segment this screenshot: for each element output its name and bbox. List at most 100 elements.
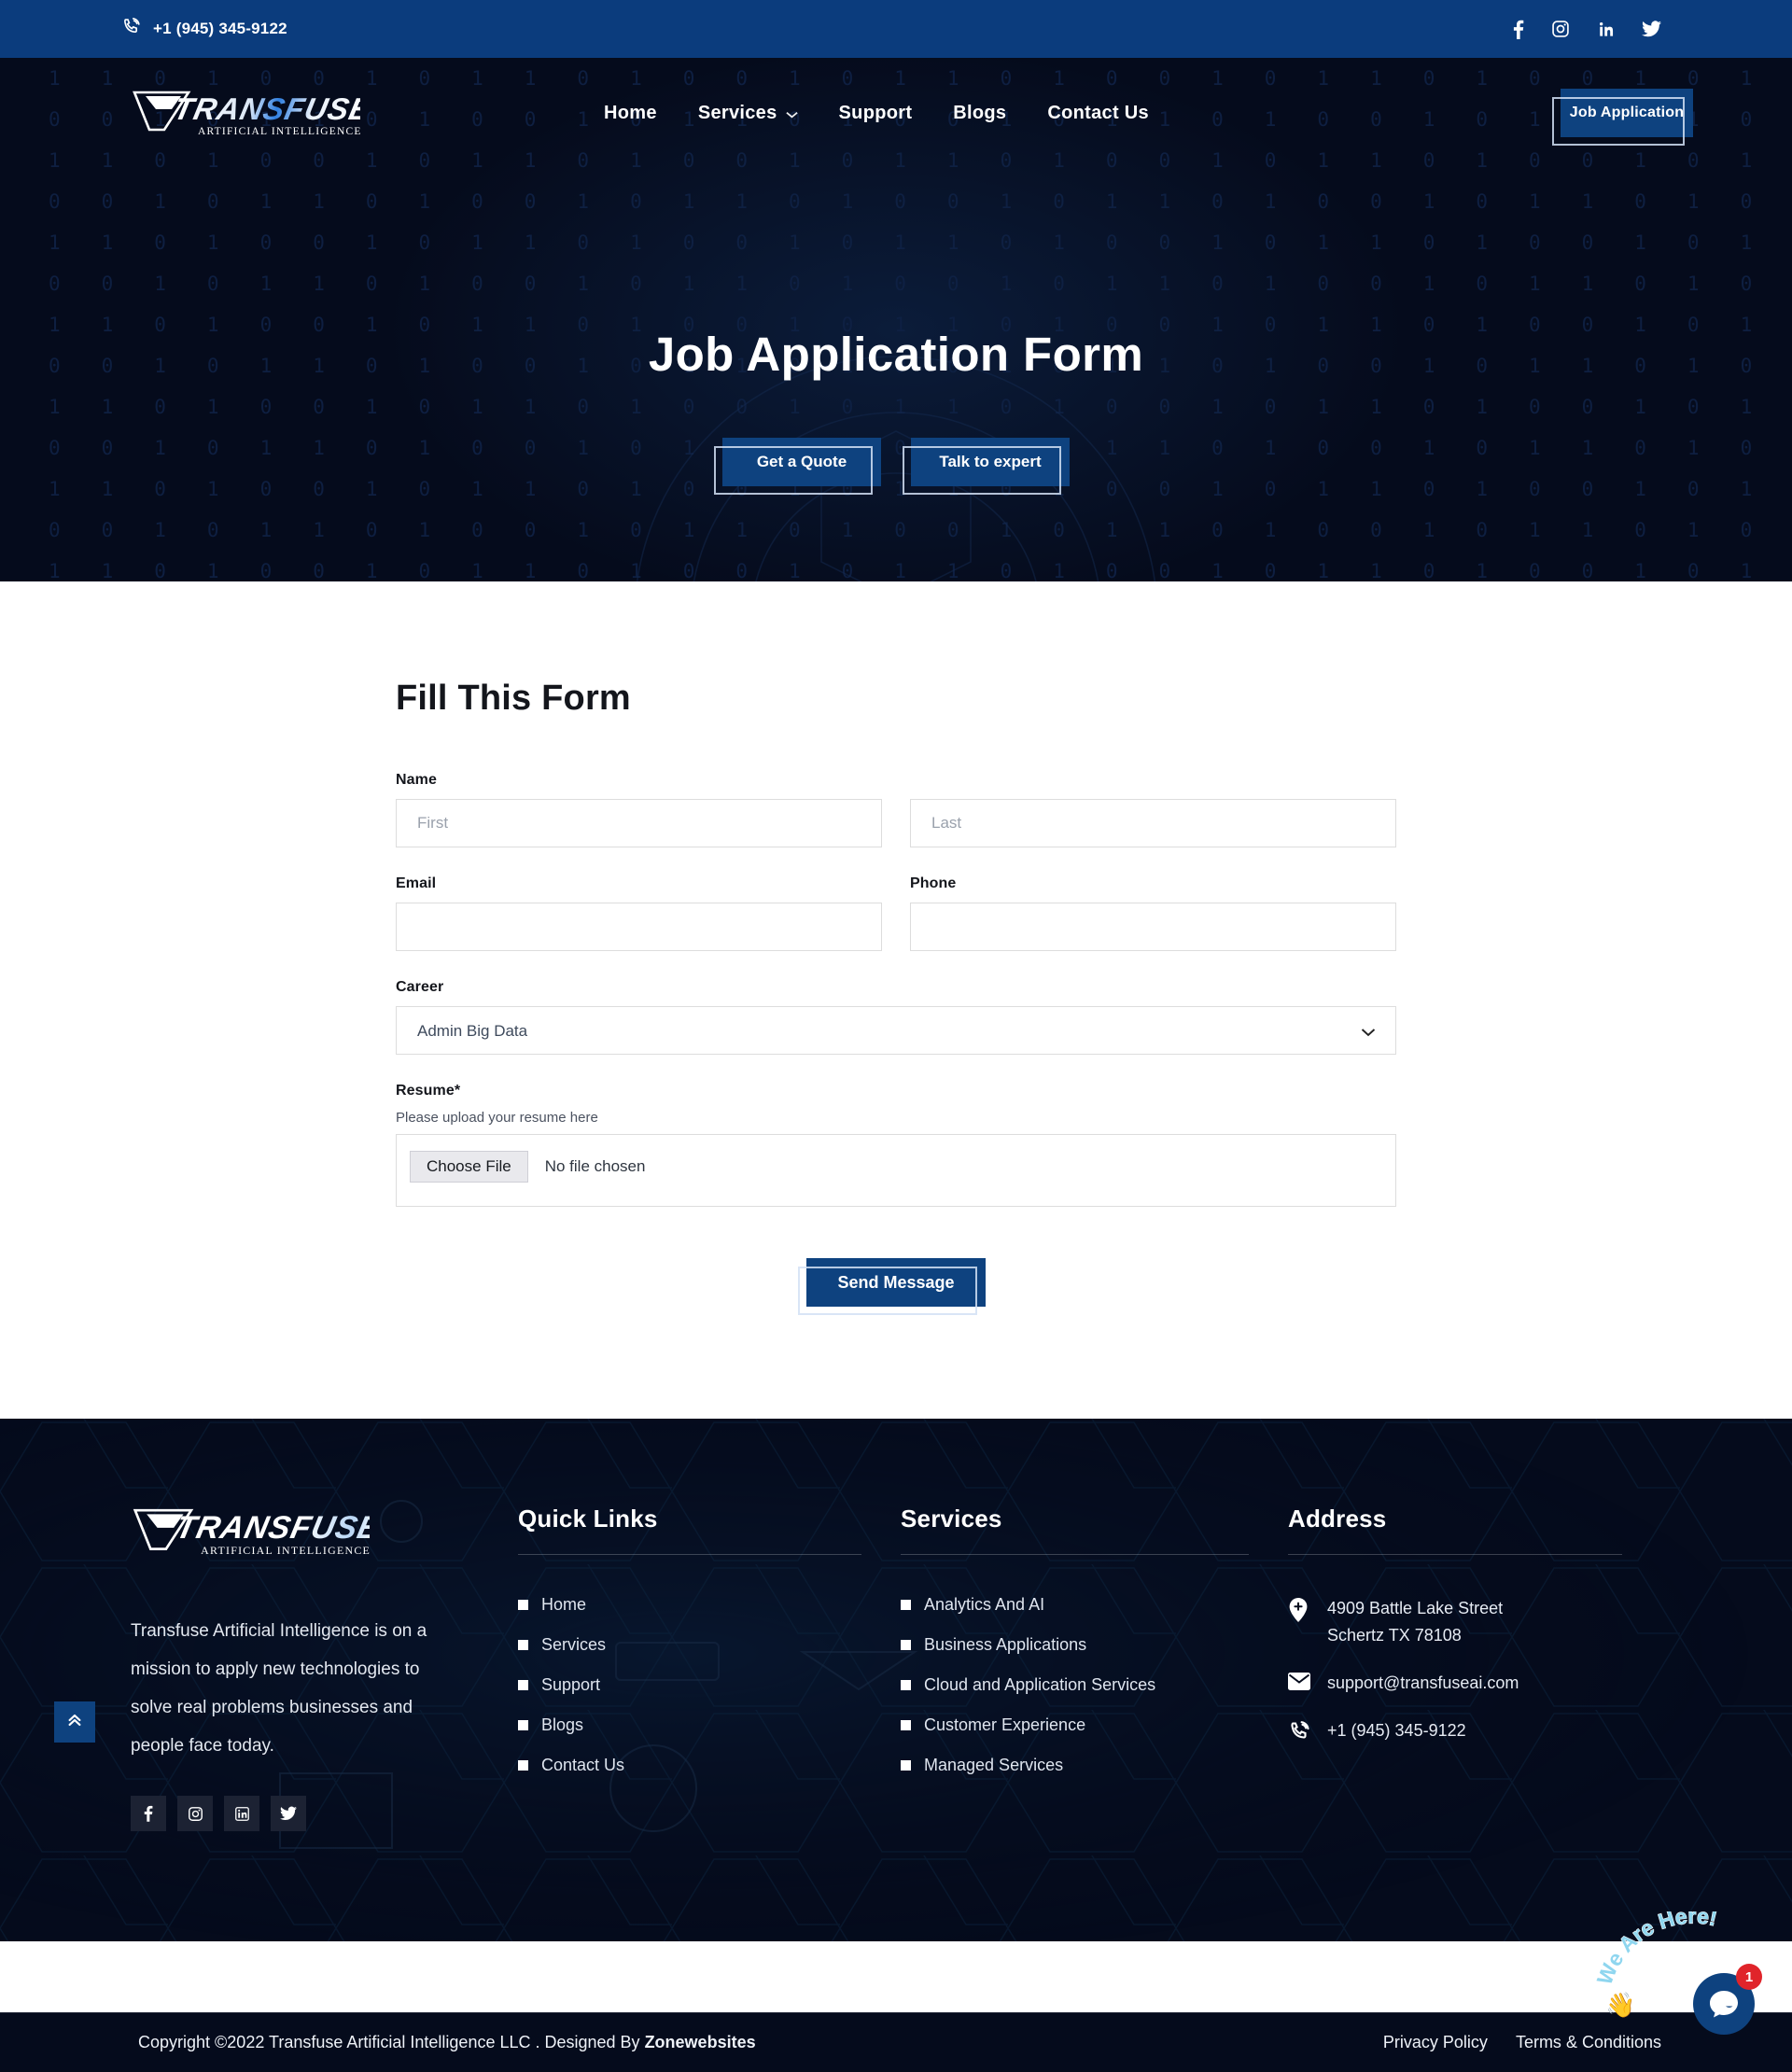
footer-service-customer-experience[interactable]: Customer Experience (901, 1715, 1288, 1735)
resume-hint: Please upload your resume here (396, 1110, 598, 1126)
footer-link-label: Contact Us (541, 1756, 625, 1774)
double-chevron-up-icon (66, 1712, 83, 1733)
services-heading: Services (901, 1505, 1249, 1555)
bullet-square-icon (518, 1640, 528, 1650)
footer-link-label: Support (541, 1675, 601, 1694)
nav-link-support[interactable]: Support (839, 103, 913, 124)
address-line-2: Schertz TX 78108 (1327, 1626, 1462, 1645)
topbar-social-list (1513, 20, 1661, 39)
resume-file-dropzone[interactable]: Choose File No file chosen (396, 1134, 1396, 1207)
twitter-icon[interactable] (1642, 21, 1661, 37)
resume-label: Resume* (396, 1083, 461, 1099)
last-name-col (910, 799, 1396, 847)
footer-link-support[interactable]: Support (518, 1675, 901, 1695)
svg-text:ARTIFICIAL INTELLIGENCE: ARTIFICIAL INTELLIGENCE (201, 1544, 370, 1557)
last-name-input[interactable] (910, 799, 1396, 847)
footer-link-label: Services (541, 1635, 607, 1654)
copyright-prefix: Copyright ©2022 Transfuse Artificial Int… (138, 2033, 645, 2051)
svg-text:TRANSFUSE: TRANSFUSE (173, 1511, 370, 1547)
footer-link-blogs[interactable]: Blogs (518, 1715, 901, 1735)
svg-text:TRANSFUSE: TRANSFUSE (171, 92, 360, 127)
facebook-icon[interactable] (1513, 20, 1524, 39)
bullet-square-icon (901, 1760, 911, 1771)
bullet-square-icon (518, 1760, 528, 1771)
waving-hand-icon: 👋 (1605, 1991, 1636, 2019)
choose-file-button[interactable]: Choose File (410, 1151, 528, 1183)
address-email-row[interactable]: support@transfuseai.com (1288, 1670, 1661, 1697)
topbar-phone[interactable]: +1 (945) 345-9122 (121, 17, 287, 41)
nav-link-services[interactable]: Services (698, 103, 798, 124)
main-navbar: TRANSFUSE ARTIFICIAL INTELLIGENCE Home S… (0, 58, 1792, 168)
career-select[interactable]: Admin Big Data (396, 1006, 1396, 1055)
name-inputs-row (396, 799, 1396, 847)
footer-service-label: Business Applications (924, 1635, 1087, 1654)
address-heading: Address (1288, 1505, 1622, 1555)
email-input[interactable] (396, 903, 882, 951)
first-name-input[interactable] (396, 799, 882, 847)
talk-to-expert-button[interactable]: Talk to expert (903, 438, 1070, 495)
chevron-down-icon (785, 103, 798, 124)
get-a-quote-label: Get a Quote (756, 453, 847, 470)
get-a-quote-button[interactable]: Get a Quote (714, 438, 881, 495)
chat-unread-badge: 1 (1736, 1964, 1762, 1990)
bullet-square-icon (901, 1640, 911, 1650)
page-root: +1 (945) 345-9122 1101001011010010110100… (0, 0, 1792, 2072)
svg-text:We Are Here!: We Are Here! (1592, 1911, 1719, 1988)
footer-service-analytics-and-ai[interactable]: Analytics And AI (901, 1595, 1288, 1615)
footer-link-contact-us[interactable]: Contact Us (518, 1756, 901, 1775)
privacy-policy-link[interactable]: Privacy Policy (1383, 2033, 1488, 2052)
footer-service-cloud-and-application-services[interactable]: Cloud and Application Services (901, 1675, 1288, 1695)
phone-input[interactable] (910, 903, 1396, 951)
quick-links-heading: Quick Links (518, 1505, 861, 1555)
no-file-chosen-label: No file chosen (544, 1157, 646, 1175)
send-message-label: Send Message (837, 1272, 955, 1292)
address-phone-row[interactable]: +1 (945) 345-9122 (1288, 1717, 1661, 1747)
footer-logo[interactable]: TRANSFUSE ARTIFICIAL INTELLIGENCE (131, 1505, 462, 1563)
name-label: Name (396, 772, 437, 788)
footer-service-label: Cloud and Application Services (924, 1675, 1156, 1694)
we-are-here-label: We Are Here! (1592, 1911, 1720, 1989)
footer-service-business-applications[interactable]: Business Applications (901, 1635, 1288, 1655)
footer-link-services[interactable]: Services (518, 1635, 901, 1655)
footer-services-column: Services Analytics And AI Business Appli… (901, 1505, 1288, 1831)
facebook-icon[interactable] (131, 1796, 166, 1831)
linkedin-icon[interactable] (224, 1796, 259, 1831)
footer-link-home[interactable]: Home (518, 1595, 901, 1615)
job-application-button[interactable]: Job Application (1551, 89, 1693, 146)
instagram-icon[interactable] (177, 1796, 213, 1831)
nav-link-contact-us[interactable]: Contact Us (1047, 103, 1149, 124)
phone-ring-icon (1288, 1717, 1310, 1747)
footer-address-column: Address 4909 Battle Lake Street Schertz T… (1288, 1505, 1661, 1831)
chat-bubble-icon (1710, 1991, 1738, 2018)
hero-body: Job Application Form Get a Quote Talk to… (0, 168, 1792, 495)
footer-description: Transfuse Artificial Intelligence is on … (131, 1621, 427, 1756)
job-application-button-label: Job Application (1569, 105, 1685, 120)
job-application-form: Fill This Form Name Email (396, 679, 1396, 1315)
designer-name: Zonewebsites (644, 2033, 756, 2051)
chat-widget: We Are Here! 👋 1 (1592, 1911, 1771, 2051)
site-logo[interactable]: TRANSFUSE ARTIFICIAL INTELLIGENCE (131, 87, 360, 139)
bullet-square-icon (901, 1680, 911, 1690)
hero-section: 1101001011010010110100101101001011010010… (0, 58, 1792, 581)
nav-link-label: Home (604, 102, 657, 123)
send-message-button[interactable]: Send Message (798, 1258, 986, 1315)
topbar-phone-number: +1 (945) 345-9122 (153, 20, 287, 37)
footer-columns: TRANSFUSE ARTIFICIAL INTELLIGENCE Transf… (131, 1505, 1661, 1831)
name-field-group: Name (396, 772, 1396, 847)
email-label: Email (396, 875, 437, 891)
instagram-icon[interactable] (1551, 20, 1570, 38)
twitter-icon[interactable] (271, 1796, 306, 1831)
scroll-to-top-button[interactable] (54, 1701, 95, 1743)
email-phone-row: Email Phone (396, 875, 1396, 951)
bullet-square-icon (518, 1720, 528, 1730)
address-email: support@transfuseai.com (1327, 1673, 1519, 1692)
page-title: Job Application Form (648, 328, 1144, 381)
email-field-group: Email (396, 875, 882, 951)
linkedin-icon[interactable] (1597, 21, 1615, 38)
footer-service-managed-services[interactable]: Managed Services (901, 1756, 1288, 1775)
nav-link-home[interactable]: Home (604, 103, 657, 124)
career-field-group: Career Admin Big Data (396, 979, 1396, 1055)
nav-link-blogs[interactable]: Blogs (953, 103, 1006, 124)
career-select-wrap: Admin Big Data (396, 1006, 1396, 1055)
bullet-square-icon (901, 1720, 911, 1730)
